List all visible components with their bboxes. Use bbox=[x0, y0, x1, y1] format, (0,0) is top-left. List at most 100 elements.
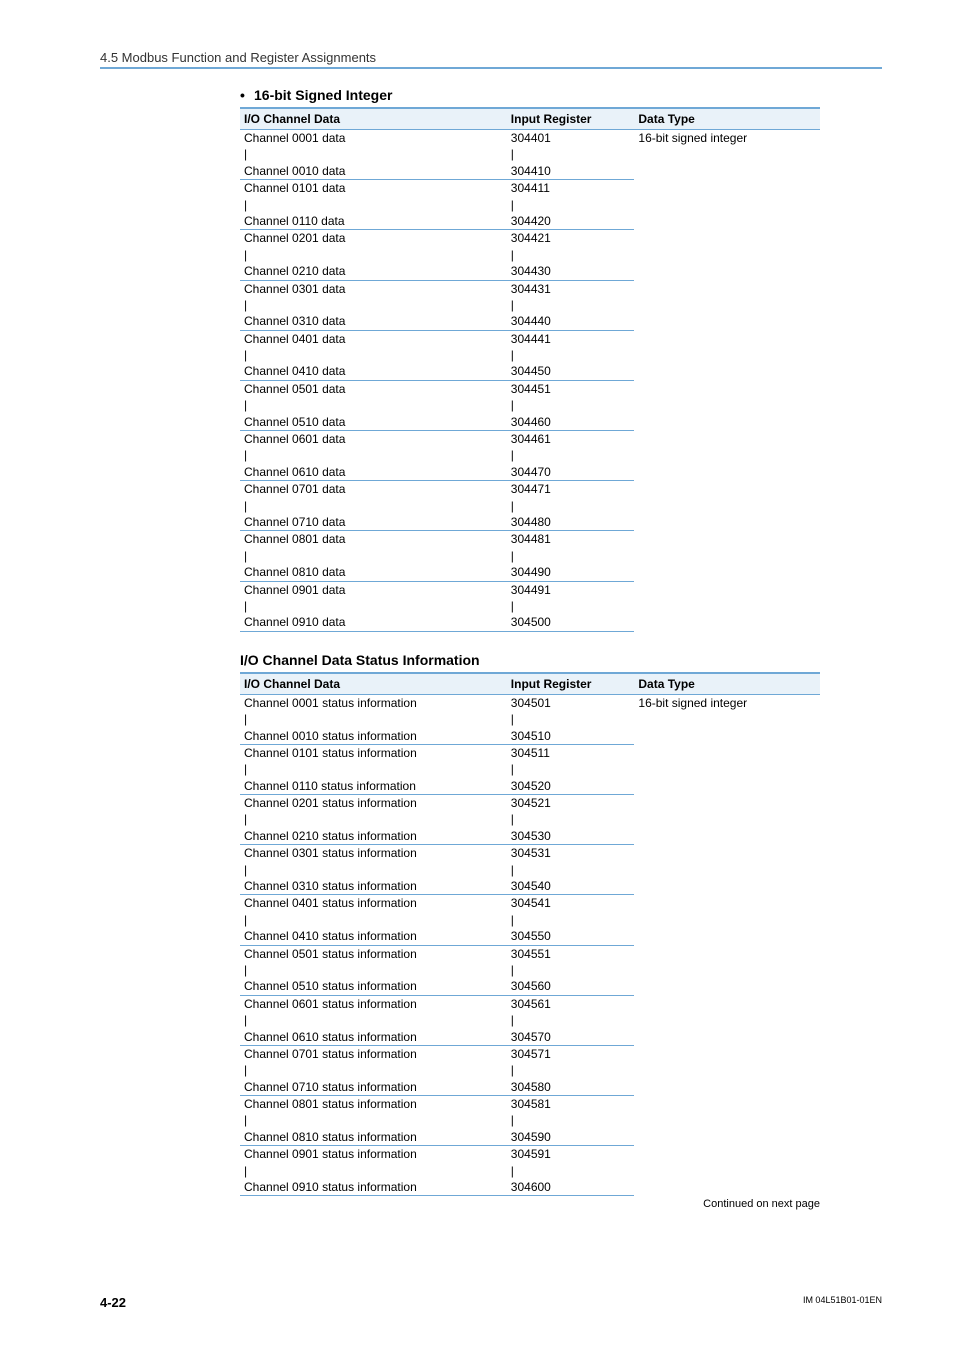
range-indicator: | bbox=[240, 347, 507, 363]
channel-label: Channel 0001 data bbox=[240, 130, 507, 147]
range-indicator: | bbox=[240, 598, 507, 614]
register-value: 304571 bbox=[507, 1045, 635, 1062]
range-indicator: | bbox=[240, 548, 507, 564]
channel-label: Channel 0710 status information bbox=[240, 1079, 507, 1096]
range-indicator: | bbox=[507, 146, 635, 162]
col-header-register: Input Register bbox=[507, 673, 635, 695]
range-indicator: | bbox=[240, 197, 507, 213]
range-indicator: | bbox=[507, 247, 635, 263]
range-indicator: | bbox=[507, 962, 635, 978]
io-channel-data-table: I/O Channel Data Input Register Data Typ… bbox=[240, 107, 820, 632]
range-indicator: | bbox=[240, 761, 507, 777]
register-value: 304470 bbox=[507, 464, 635, 481]
page-number: 4-22 bbox=[100, 1295, 126, 1310]
channel-label: Channel 0301 data bbox=[240, 280, 507, 297]
channel-label: Channel 0901 status information bbox=[240, 1146, 507, 1163]
register-value: 304551 bbox=[507, 945, 635, 962]
channel-label: Channel 0301 status information bbox=[240, 845, 507, 862]
range-indicator: | bbox=[240, 1012, 507, 1028]
range-indicator: | bbox=[240, 397, 507, 413]
channel-label: Channel 0701 status information bbox=[240, 1045, 507, 1062]
register-value: 304500 bbox=[507, 614, 635, 631]
register-value: 304530 bbox=[507, 828, 635, 845]
register-value: 304410 bbox=[507, 163, 635, 180]
range-indicator: | bbox=[507, 711, 635, 727]
register-value: 304461 bbox=[507, 431, 635, 448]
channel-label: Channel 0801 data bbox=[240, 531, 507, 548]
register-value: 304480 bbox=[507, 514, 635, 531]
range-indicator: | bbox=[507, 397, 635, 413]
register-value: 304421 bbox=[507, 230, 635, 247]
register-value: 304540 bbox=[507, 878, 635, 895]
channel-label: Channel 0210 data bbox=[240, 263, 507, 280]
table1-title: 16-bit Signed Integer bbox=[240, 87, 820, 103]
register-value: 304411 bbox=[507, 180, 635, 197]
range-indicator: | bbox=[240, 862, 507, 878]
range-indicator: | bbox=[507, 1012, 635, 1028]
register-value: 304420 bbox=[507, 213, 635, 230]
channel-label: Channel 0101 data bbox=[240, 180, 507, 197]
col-header-datatype: Data Type bbox=[634, 673, 820, 695]
range-indicator: | bbox=[507, 1062, 635, 1078]
io-channel-status-table: I/O Channel Data Input Register Data Typ… bbox=[240, 672, 820, 1197]
channel-label: Channel 0701 data bbox=[240, 481, 507, 498]
channel-label: Channel 0010 status information bbox=[240, 728, 507, 745]
register-value: 304531 bbox=[507, 845, 635, 862]
range-indicator: | bbox=[507, 1112, 635, 1128]
header-rule bbox=[100, 67, 882, 69]
channel-label: Channel 0310 status information bbox=[240, 878, 507, 895]
register-value: 304491 bbox=[507, 581, 635, 598]
channel-label: Channel 0910 data bbox=[240, 614, 507, 631]
range-indicator: | bbox=[507, 548, 635, 564]
channel-label: Channel 0510 status information bbox=[240, 978, 507, 995]
register-value: 304570 bbox=[507, 1029, 635, 1046]
range-indicator: | bbox=[507, 447, 635, 463]
range-indicator: | bbox=[240, 297, 507, 313]
channel-label: Channel 0810 data bbox=[240, 564, 507, 581]
document-id: IM 04L51B01-01EN bbox=[803, 1295, 882, 1305]
col-header-register: Input Register bbox=[507, 108, 635, 130]
channel-label: Channel 0201 status information bbox=[240, 795, 507, 812]
register-value: 304460 bbox=[507, 414, 635, 431]
range-indicator: | bbox=[240, 711, 507, 727]
range-indicator: | bbox=[507, 498, 635, 514]
channel-label: Channel 0501 status information bbox=[240, 945, 507, 962]
channel-label: Channel 0901 data bbox=[240, 581, 507, 598]
range-indicator: | bbox=[507, 1163, 635, 1179]
register-value: 304520 bbox=[507, 778, 635, 795]
channel-label: Channel 0410 data bbox=[240, 363, 507, 380]
channel-label: Channel 0510 data bbox=[240, 414, 507, 431]
register-value: 304580 bbox=[507, 1079, 635, 1096]
range-indicator: | bbox=[240, 811, 507, 827]
register-value: 304600 bbox=[507, 1179, 635, 1196]
range-indicator: | bbox=[507, 598, 635, 614]
register-value: 304510 bbox=[507, 728, 635, 745]
channel-label: Channel 0010 data bbox=[240, 163, 507, 180]
register-value: 304451 bbox=[507, 380, 635, 397]
range-indicator: | bbox=[240, 447, 507, 463]
register-value: 304471 bbox=[507, 481, 635, 498]
register-value: 304501 bbox=[507, 694, 635, 711]
channel-label: Channel 0410 status information bbox=[240, 928, 507, 945]
range-indicator: | bbox=[240, 146, 507, 162]
register-value: 304441 bbox=[507, 330, 635, 347]
channel-label: Channel 0610 status information bbox=[240, 1029, 507, 1046]
register-value: 304431 bbox=[507, 280, 635, 297]
range-indicator: | bbox=[240, 962, 507, 978]
range-indicator: | bbox=[240, 1163, 507, 1179]
channel-label: Channel 0110 status information bbox=[240, 778, 507, 795]
col-header-channel: I/O Channel Data bbox=[240, 108, 507, 130]
channel-label: Channel 0401 status information bbox=[240, 895, 507, 912]
register-value: 304490 bbox=[507, 564, 635, 581]
range-indicator: | bbox=[507, 297, 635, 313]
range-indicator: | bbox=[507, 811, 635, 827]
channel-label: Channel 0801 status information bbox=[240, 1096, 507, 1113]
range-indicator: | bbox=[507, 347, 635, 363]
channel-label: Channel 0610 data bbox=[240, 464, 507, 481]
continued-note: Continued on next page bbox=[240, 1198, 820, 1210]
register-value: 304561 bbox=[507, 995, 635, 1012]
table2-title: I/O Channel Data Status Information bbox=[240, 652, 820, 668]
col-header-channel: I/O Channel Data bbox=[240, 673, 507, 695]
channel-label: Channel 0110 data bbox=[240, 213, 507, 230]
register-value: 304481 bbox=[507, 531, 635, 548]
